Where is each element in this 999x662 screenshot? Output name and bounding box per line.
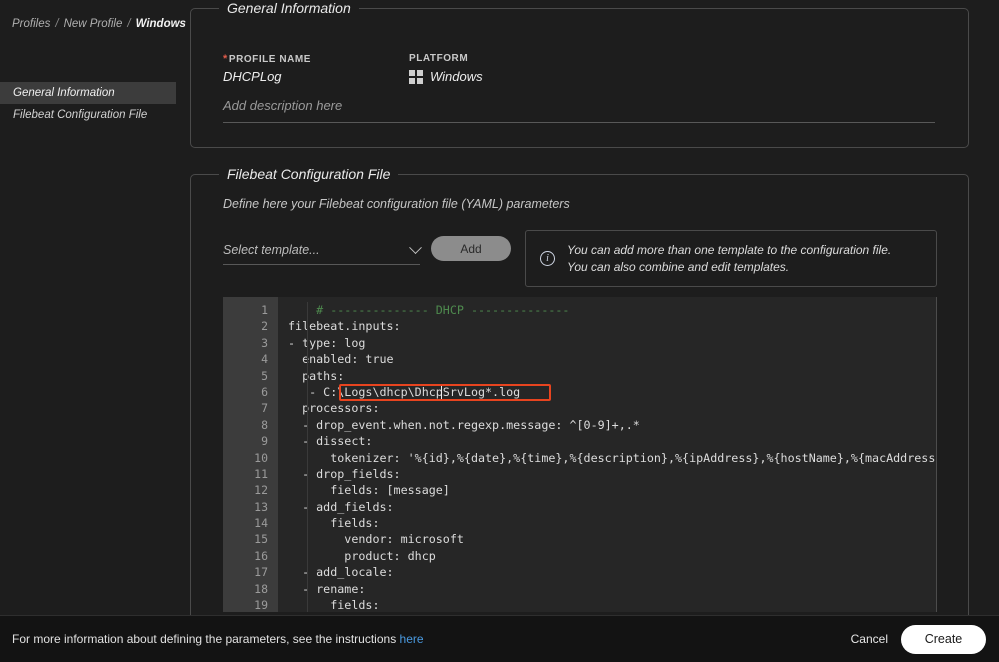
footer-help-text: For more information about defining the … xyxy=(12,632,424,646)
instructions-link[interactable]: here xyxy=(400,632,424,646)
windows-logo-icon xyxy=(409,70,423,84)
template-select-dropdown[interactable]: Select template... xyxy=(223,243,420,265)
add-template-button[interactable]: Add xyxy=(431,236,511,261)
description-input[interactable]: Add description here xyxy=(223,97,935,123)
filebeat-subtitle: Define here your Filebeat configuration … xyxy=(223,197,570,211)
profile-name-label-text: PROFILE NAME xyxy=(229,54,311,65)
code-line: processors: xyxy=(278,400,936,416)
line-number: 10 xyxy=(223,450,278,466)
line-number: 3 xyxy=(223,335,278,351)
platform-label: PLATFORM xyxy=(409,53,468,64)
create-button[interactable]: Create xyxy=(901,625,986,654)
code-line: paths: xyxy=(278,368,936,384)
cancel-button[interactable]: Cancel xyxy=(851,632,888,646)
code-line: - rename: xyxy=(278,581,936,597)
line-number: 19 xyxy=(223,597,278,612)
sidebar-item-general-information[interactable]: General Information xyxy=(0,82,176,104)
breadcrumb-item-profiles[interactable]: Profiles xyxy=(12,18,50,30)
line-number: 2 xyxy=(223,318,278,334)
platform-value-row: Windows xyxy=(409,69,483,84)
code-line: # -------------- DHCP -------------- xyxy=(278,302,936,318)
line-number: 1 xyxy=(223,302,278,318)
template-select-placeholder: Select template... xyxy=(223,243,320,257)
required-asterisk-icon: * xyxy=(223,53,228,65)
code-line: enabled: true xyxy=(278,351,936,367)
chevron-down-icon xyxy=(409,241,422,254)
info-callout-text: You can add more than one template to th… xyxy=(567,242,891,276)
line-number: 4 xyxy=(223,351,278,367)
line-number: 15 xyxy=(223,531,278,547)
line-number: 7 xyxy=(223,400,278,416)
breadcrumb-item-windows: Windows xyxy=(136,18,186,30)
code-line: - add_locale: xyxy=(278,564,936,580)
code-line: - drop_event.when.not.regexp.message: ^[… xyxy=(278,417,936,433)
line-number: 13 xyxy=(223,499,278,515)
indent-guide xyxy=(307,302,308,612)
code-line: fields: xyxy=(278,515,936,531)
info-callout: i You can add more than one template to … xyxy=(525,230,937,287)
line-number: 5 xyxy=(223,368,278,384)
code-line: fields: [message] xyxy=(278,482,936,498)
line-number-gutter: 12345678910111213141516171819 xyxy=(223,297,278,612)
code-line: vendor: microsoft xyxy=(278,531,936,547)
general-information-legend: General Information xyxy=(219,0,359,16)
filebeat-configuration-legend: Filebeat Configuration File xyxy=(219,166,398,182)
breadcrumb-item-new-profile[interactable]: New Profile xyxy=(64,18,123,30)
line-number: 17 xyxy=(223,564,278,580)
info-callout-line-2: You can also combine and edit templates. xyxy=(567,259,891,276)
footer-help-text-prefix: For more information about defining the … xyxy=(12,632,400,646)
code-line: - type: log xyxy=(278,335,936,351)
code-line: filebeat.inputs: xyxy=(278,318,936,334)
code-line: fields: xyxy=(278,597,936,612)
line-number: 18 xyxy=(223,581,278,597)
info-circle-icon: i xyxy=(540,251,555,266)
line-number: 16 xyxy=(223,548,278,564)
code-line: - C:\Logs\dhcp\DhcpSrvLog*.log xyxy=(278,384,936,400)
code-area[interactable]: # -------------- DHCP --------------file… xyxy=(278,297,936,612)
code-line: - dissect: xyxy=(278,433,936,449)
code-line: product: dhcp xyxy=(278,548,936,564)
sidebar-item-filebeat-configuration-file[interactable]: Filebeat Configuration File xyxy=(0,104,176,126)
profile-name-value[interactable]: DHCPLog xyxy=(223,69,282,84)
line-number: 11 xyxy=(223,466,278,482)
footer-bar: For more information about defining the … xyxy=(0,615,999,662)
code-line: tokenizer: '%{id},%{date},%{time},%{desc… xyxy=(278,450,936,466)
line-number: 14 xyxy=(223,515,278,531)
description-placeholder: Add description here xyxy=(223,98,342,113)
info-callout-line-1: You can add more than one template to th… xyxy=(567,242,891,259)
line-number: 9 xyxy=(223,433,278,449)
breadcrumb: Profiles / New Profile / Windows xyxy=(12,18,186,30)
profile-name-label: *PROFILE NAME xyxy=(223,53,311,65)
line-number: 8 xyxy=(223,417,278,433)
general-information-panel: General Information *PROFILE NAME DHCPLo… xyxy=(190,8,969,148)
line-number: 6 xyxy=(223,384,278,400)
breadcrumb-separator: / xyxy=(127,18,130,30)
line-number: 12 xyxy=(223,482,278,498)
code-line: - drop_fields: xyxy=(278,466,936,482)
code-line: - add_fields: xyxy=(278,499,936,515)
filebeat-configuration-panel: Filebeat Configuration File Define here … xyxy=(190,174,969,624)
platform-value-text: Windows xyxy=(430,69,483,84)
sidebar-nav: General Information Filebeat Configurati… xyxy=(0,82,176,126)
text-caret xyxy=(441,386,442,399)
yaml-code-editor[interactable]: 12345678910111213141516171819 # --------… xyxy=(223,297,937,612)
breadcrumb-separator: / xyxy=(55,18,58,30)
